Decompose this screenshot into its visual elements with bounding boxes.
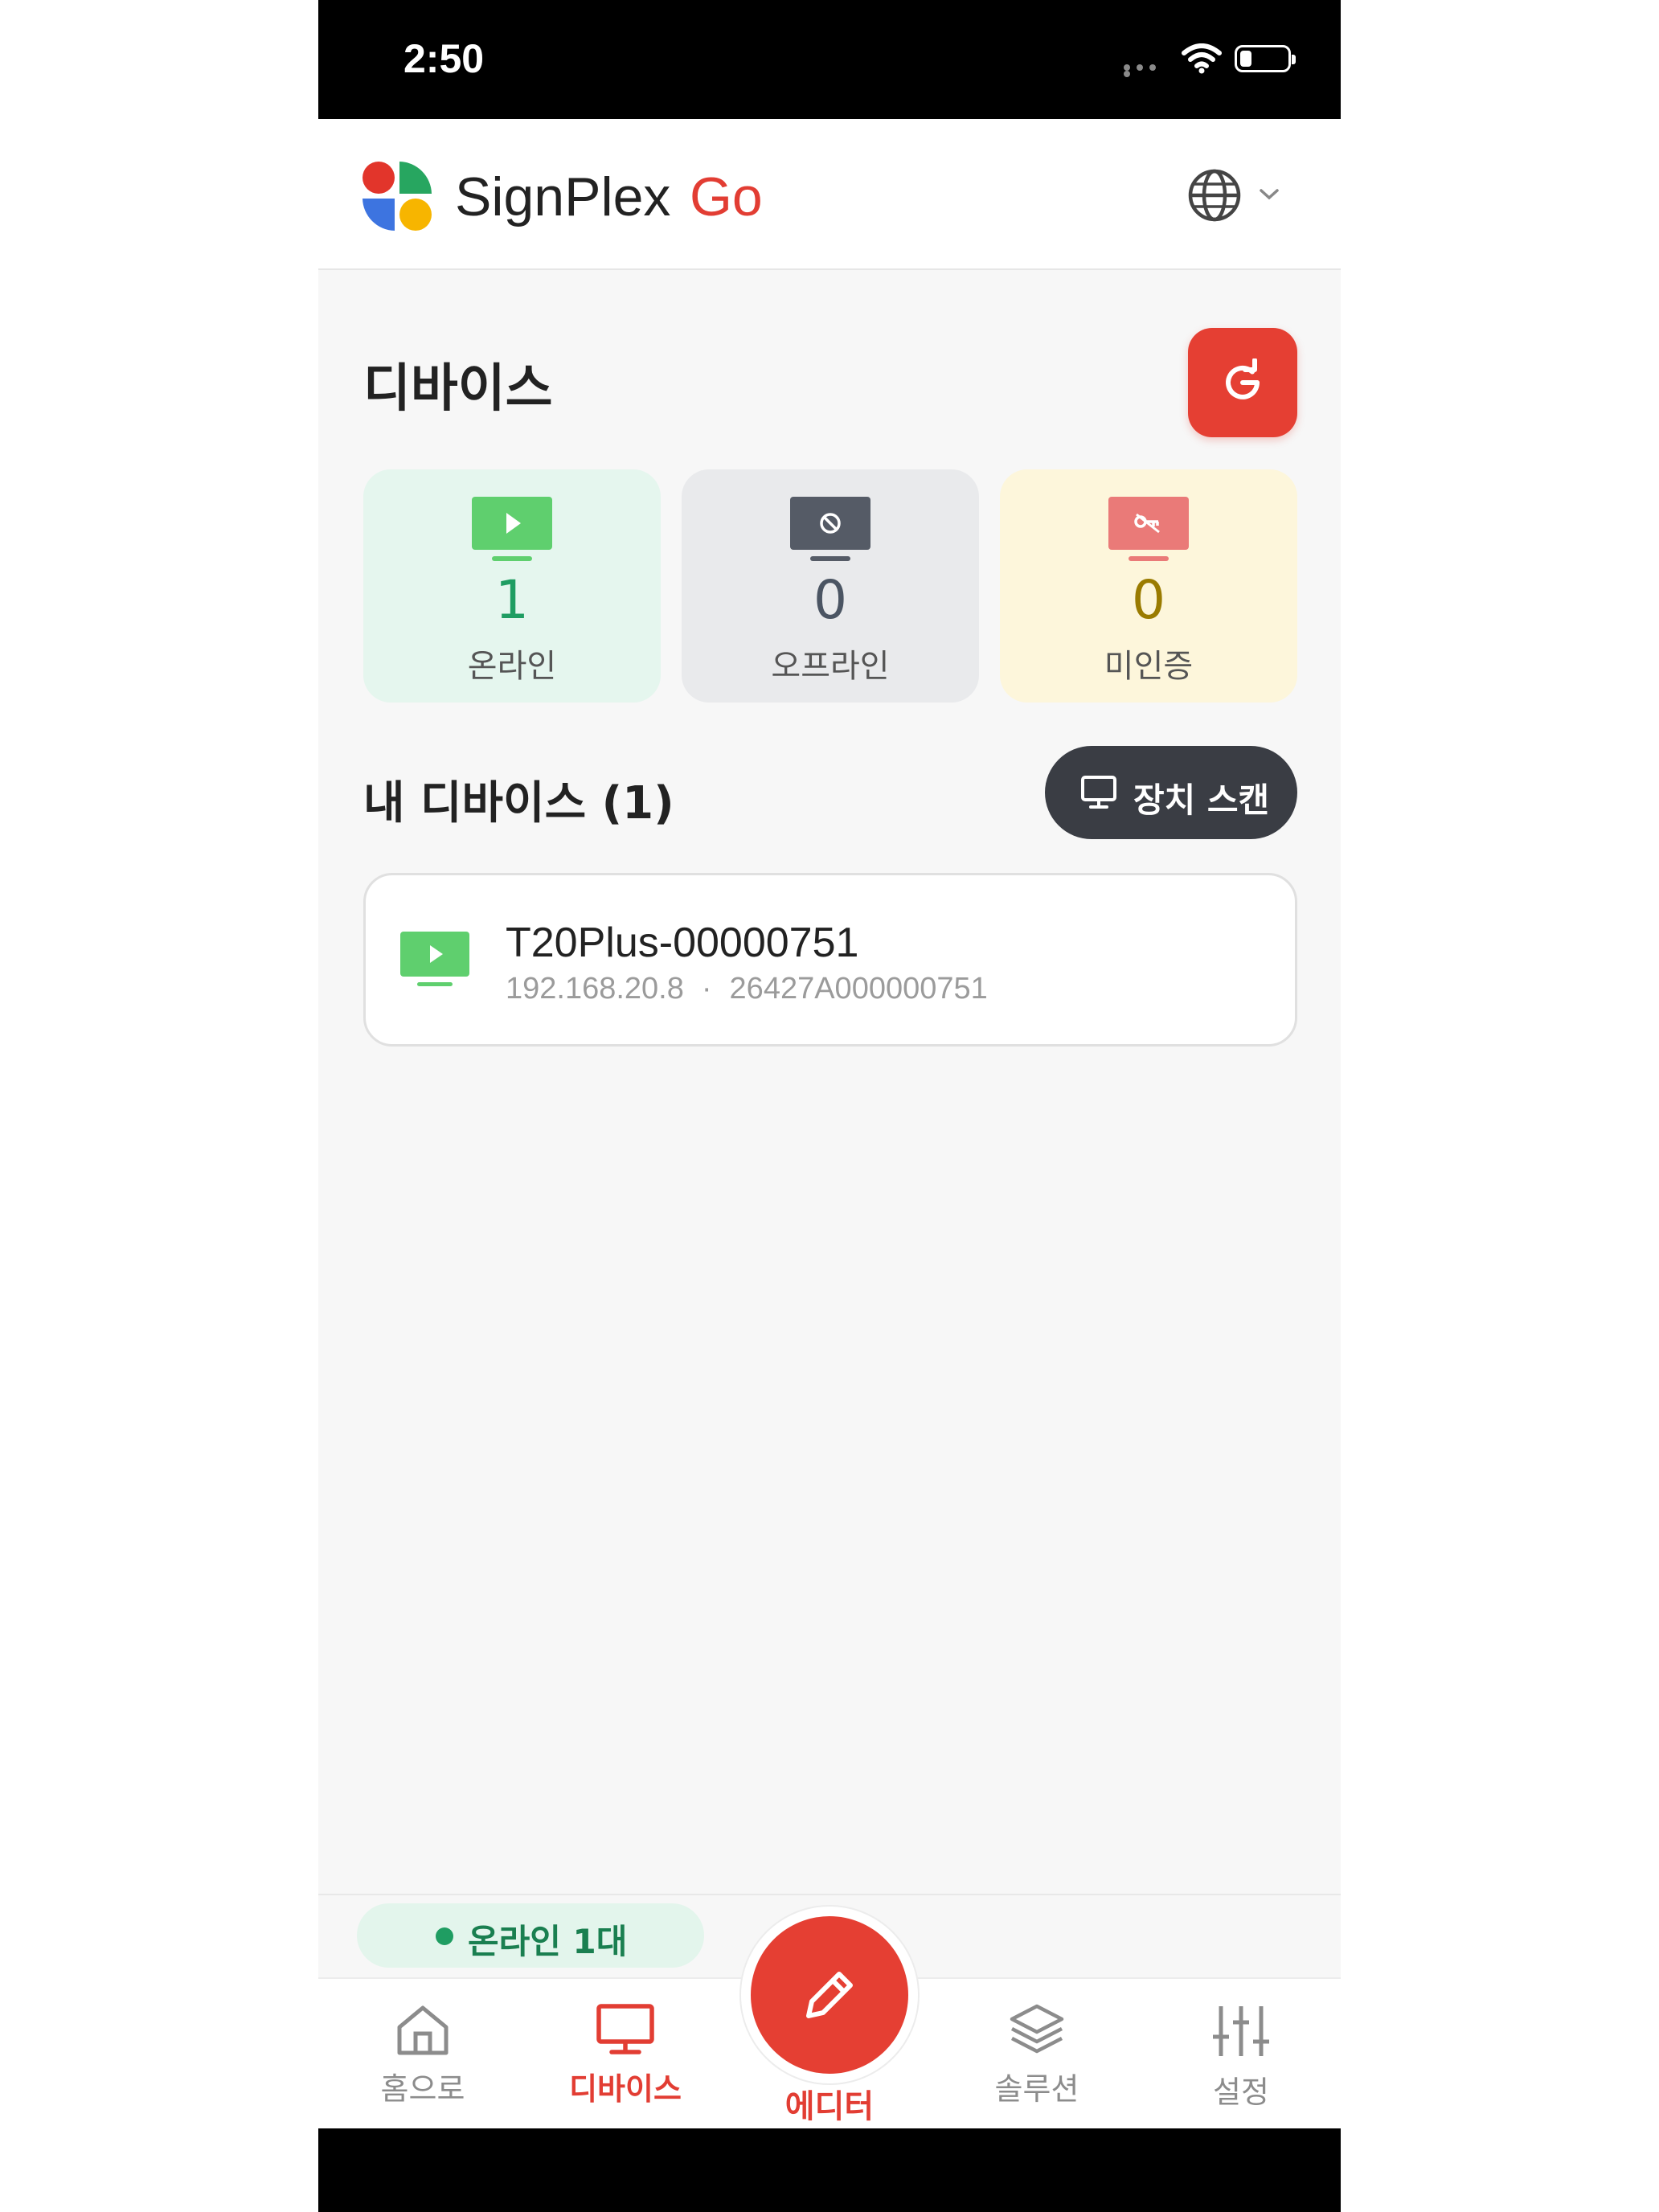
nav-settings-label: 설정 bbox=[1213, 2075, 1269, 2110]
battery-icon bbox=[1235, 45, 1296, 72]
meta-separator: · bbox=[701, 972, 712, 1006]
monitor-play-icon bbox=[400, 932, 469, 986]
monitor-key-icon bbox=[1108, 497, 1189, 561]
home-indicator-area bbox=[318, 2128, 1341, 2212]
my-devices-title: 내 디바이스 (1) bbox=[363, 777, 674, 830]
nav-editor-button[interactable] bbox=[741, 1907, 918, 2083]
sliders-icon bbox=[1213, 2006, 1269, 2056]
scan-devices-label: 장치 스캔 bbox=[1133, 780, 1270, 820]
monitor-play-icon bbox=[472, 497, 552, 561]
status-bar: 2:50 bbox=[318, 0, 1341, 119]
pencil-icon bbox=[806, 1972, 853, 2018]
scan-devices-button[interactable]: 장치 스캔 bbox=[1045, 746, 1297, 839]
unauthorized-label: 미인증 bbox=[1104, 648, 1194, 685]
online-dot-icon bbox=[436, 1927, 453, 1945]
refresh-button[interactable] bbox=[1188, 328, 1297, 437]
page-title: 디바이스 bbox=[363, 359, 553, 419]
stat-card-online[interactable]: 1 온라인 bbox=[363, 469, 661, 703]
nav-editor-label: 에디터 bbox=[784, 2088, 875, 2125]
online-summary-badge: 온라인 1대 bbox=[357, 1903, 704, 1968]
stat-card-offline[interactable]: 0 오프라인 bbox=[682, 469, 979, 703]
online-summary-text: 온라인 1대 bbox=[468, 1922, 628, 1961]
wifi-icon bbox=[1182, 43, 1222, 74]
monitor-blocked-icon bbox=[790, 497, 870, 561]
device-name: T20Plus-00000751 bbox=[506, 920, 859, 966]
status-time: 2:50 bbox=[403, 36, 485, 81]
language-selector[interactable] bbox=[1186, 167, 1291, 228]
app-name: SignPlex bbox=[455, 166, 671, 227]
device-ip: 192.168.20.8 bbox=[506, 972, 684, 1006]
nav-solutions-label: 솔루션 bbox=[994, 2071, 1079, 2107]
device-meta: 192.168.20.8 · 26427A000000751 bbox=[506, 972, 988, 1006]
device-list-item[interactable]: T20Plus-00000751 192.168.20.8 · 26427A0000… bbox=[363, 873, 1297, 1047]
chevron-down-icon bbox=[1260, 189, 1279, 200]
globe-icon bbox=[1188, 169, 1241, 222]
online-label: 온라인 bbox=[467, 648, 557, 685]
nav-home-label: 홈으로 bbox=[380, 2071, 465, 2107]
app-header: SignPlex Go bbox=[318, 119, 1341, 270]
unauthorized-count: 0 bbox=[1132, 569, 1165, 631]
app-screen: 2:50 SignPlex Go 디바이스 1 온라인 0 오프라인 0 미인증… bbox=[318, 0, 1341, 2212]
nav-solutions[interactable]: 솔루션 bbox=[956, 2003, 1117, 2124]
signplex-logo-icon bbox=[363, 162, 432, 231]
refresh-icon bbox=[1226, 358, 1260, 399]
nav-devices-label: 디바이스 bbox=[569, 2071, 682, 2107]
nav-settings[interactable]: 설정 bbox=[1161, 2003, 1321, 2124]
editor-fab[interactable] bbox=[751, 1916, 908, 2074]
monitor-icon bbox=[596, 2004, 654, 2054]
layers-icon bbox=[1010, 2004, 1064, 2054]
home-icon bbox=[397, 2005, 449, 2055]
nav-devices[interactable]: 디바이스 bbox=[545, 2003, 706, 2124]
signal-icon bbox=[1124, 64, 1174, 77]
nav-home[interactable]: 홈으로 bbox=[342, 2003, 503, 2124]
app-name-accent: Go bbox=[690, 166, 763, 227]
offline-label: 오프라인 bbox=[771, 648, 890, 685]
online-count: 1 bbox=[495, 569, 529, 631]
divider bbox=[318, 1894, 1341, 1895]
offline-count: 0 bbox=[813, 569, 847, 631]
stat-card-unauthorized[interactable]: 0 미인증 bbox=[1000, 469, 1297, 703]
device-serial: 26427A000000751 bbox=[729, 972, 988, 1006]
monitor-icon bbox=[1081, 776, 1116, 809]
